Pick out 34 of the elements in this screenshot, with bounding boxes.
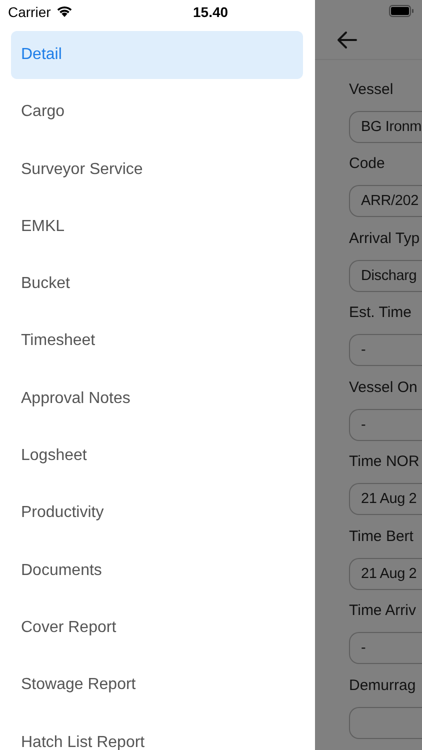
back-arrow-icon[interactable]: [337, 31, 357, 50]
field-label: Time Bert: [349, 526, 414, 546]
menu-item[interactable]: Productivity: [11, 489, 303, 538]
menu-item[interactable]: Cover Report: [11, 604, 303, 652]
field-label: Time Arriv: [349, 601, 417, 621]
input-field[interactable]: -: [349, 632, 422, 664]
field-label: Vessel: [349, 80, 394, 100]
input-field[interactable]: 21 Aug 2: [349, 558, 422, 590]
menu-item[interactable]: Logsheet: [11, 432, 303, 480]
input-field[interactable]: BG Ironm: [349, 110, 422, 142]
menu-item[interactable]: Surveyor Service: [11, 146, 303, 194]
input-field[interactable]: ARR/202: [349, 185, 422, 217]
menu-item[interactable]: Documents: [11, 546, 303, 595]
input-field[interactable]: 21 Aug 2: [349, 483, 422, 515]
carrier-label: Carrier: [8, 4, 51, 20]
clock-time: 15.40: [193, 4, 228, 20]
field-label: Arrival Typ: [349, 228, 421, 248]
menu-item[interactable]: Approval Notes: [11, 374, 303, 423]
wifi-icon: [56, 5, 73, 17]
field-label: Est. Time: [349, 303, 413, 323]
input-field[interactable]: -: [349, 334, 422, 366]
menu-item[interactable]: Stowage Report: [11, 661, 303, 710]
menu-item[interactable]: EMKL: [11, 202, 303, 251]
battery-icon: [389, 5, 414, 17]
menu-item[interactable]: Timesheet: [11, 317, 303, 366]
menu-item[interactable]: Hatch List Report: [11, 718, 303, 750]
field-label: Demurrag: [349, 676, 417, 696]
input-field[interactable]: Discharg: [349, 260, 422, 292]
field-label: Time NOR: [349, 452, 420, 472]
field-label: Code: [349, 154, 386, 174]
field-label: Vessel On: [349, 378, 418, 398]
menu-item[interactable]: Bucket: [11, 260, 303, 308]
input-field[interactable]: -: [349, 408, 422, 440]
menu-item[interactable]: Cargo: [11, 88, 303, 136]
